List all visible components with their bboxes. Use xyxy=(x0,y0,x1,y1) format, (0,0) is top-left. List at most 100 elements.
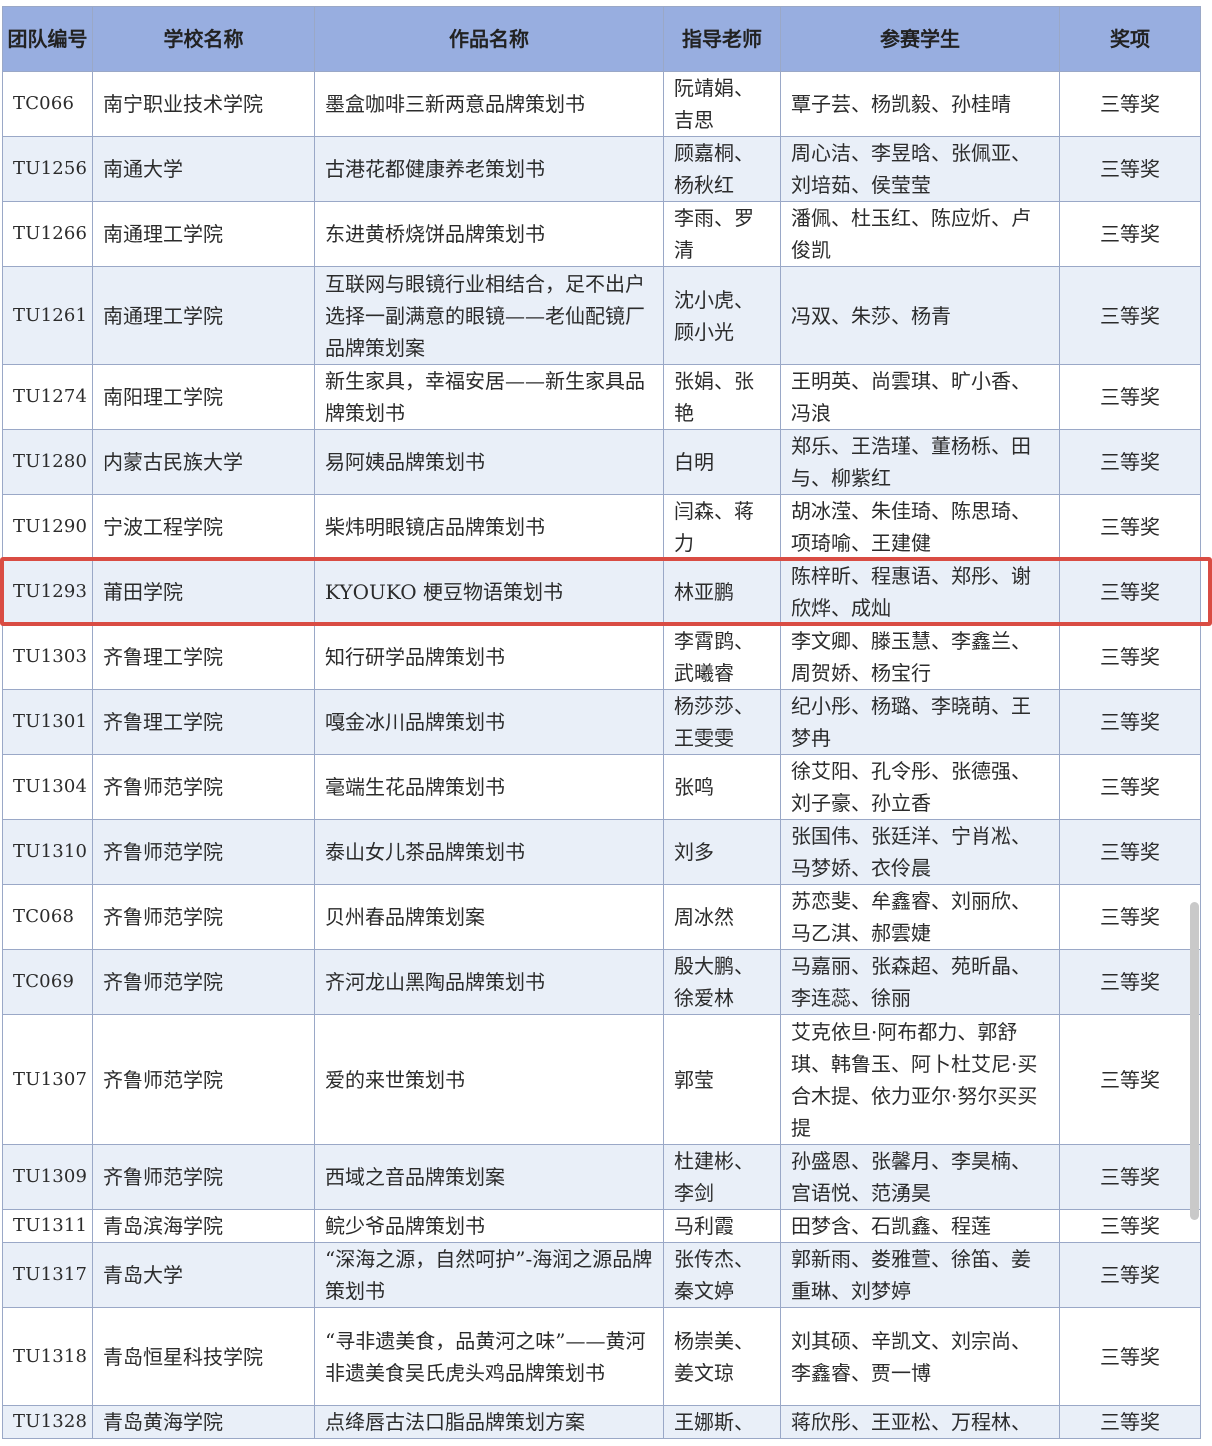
school-cell: 齐鲁师范学院 xyxy=(92,884,315,950)
award-cell: 三等奖 xyxy=(1059,754,1201,820)
school-cell: 莆田学院 xyxy=(92,559,315,625)
work-cell: 易阿姨品牌策划书 xyxy=(314,429,664,495)
work-cell: 鲩少爷品牌策划书 xyxy=(314,1209,664,1243)
students-cell: 徐艾阳、孔令彤、张德强、刘子豪、孙立香 xyxy=(780,754,1060,820)
school-cell: 南通理工学院 xyxy=(92,266,315,365)
header-school: 学校名称 xyxy=(92,6,315,72)
school-cell: 南通理工学院 xyxy=(92,201,315,267)
award-cell: 三等奖 xyxy=(1059,364,1201,430)
table-row: TU1266 南通理工学院 东进黄桥烧饼品牌策划书 李雨、罗清 潘佩、杜玉红、陈应炘、卢… xyxy=(2,201,1201,267)
award-cell: 三等奖 xyxy=(1059,1242,1201,1308)
table-row: TU1301 齐鲁理工学院 嘎金冰川品牌策划书 杨莎莎、王雯雯 纪小彤、杨璐、李晓萌、王… xyxy=(2,689,1201,755)
table-row: TU1303 齐鲁理工学院 知行研学品牌策划书 李霄鹍、武曦睿 李文卿、滕玉慧、李鑫兰、… xyxy=(2,624,1201,690)
school-cell: 内蒙古民族大学 xyxy=(92,429,315,495)
students-cell: 潘佩、杜玉红、陈应炘、卢俊凯 xyxy=(780,201,1060,267)
work-cell: “寻非遗美食，品黄河之味”——黄河非遗美食吴氏虎头鸡品牌策划书 xyxy=(314,1307,664,1406)
work-cell: 知行研学品牌策划书 xyxy=(314,624,664,690)
students-cell: 刘其硕、辛凯文、刘宗尚、李鑫睿、贾一博 xyxy=(780,1307,1060,1406)
award-cell: 三等奖 xyxy=(1059,71,1201,137)
award-cell: 三等奖 xyxy=(1059,624,1201,690)
teacher-cell: 顾嘉桐、杨秋红 xyxy=(663,136,781,202)
header-work: 作品名称 xyxy=(314,6,664,72)
work-cell: 爱的来世策划书 xyxy=(314,1014,664,1145)
award-cell: 三等奖 xyxy=(1059,949,1201,1015)
award-cell: 三等奖 xyxy=(1059,819,1201,885)
award-cell: 三等奖 xyxy=(1059,1209,1201,1243)
school-cell: 齐鲁师范学院 xyxy=(92,1014,315,1145)
students-cell: 胡冰滢、朱佳琦、陈思琦、项琦喻、王建健 xyxy=(780,494,1060,560)
award-cell: 三等奖 xyxy=(1059,136,1201,202)
teacher-cell: 李霄鹍、武曦睿 xyxy=(663,624,781,690)
students-cell: 王明英、尚雲琪、旷小香、冯浪 xyxy=(780,364,1060,430)
work-cell: 点绛唇古法口脂品牌策划方案 xyxy=(314,1405,664,1439)
work-cell: 柴炜明眼镜店品牌策划书 xyxy=(314,494,664,560)
school-cell: 齐鲁师范学院 xyxy=(92,819,315,885)
award-cell: 三等奖 xyxy=(1059,429,1201,495)
team-id-cell: TU1261 xyxy=(2,266,93,365)
work-cell: 泰山女儿茶品牌策划书 xyxy=(314,819,664,885)
award-cell: 三等奖 xyxy=(1059,559,1201,625)
table-row: TU1290 宁波工程学院 柴炜明眼镜店品牌策划书 闫森、蒋力 胡冰滢、朱佳琦、陈思琦、… xyxy=(2,494,1201,560)
work-cell: 东进黄桥烧饼品牌策划书 xyxy=(314,201,664,267)
table-row: TU1280 内蒙古民族大学 易阿姨品牌策划书 白明 郑乐、王浩瑾、董杨栎、田与、柳紫红… xyxy=(2,429,1201,495)
students-cell: 孙盛恩、张馨月、李昊楠、宫语悦、范湧昊 xyxy=(780,1144,1060,1210)
work-cell: 嘎金冰川品牌策划书 xyxy=(314,689,664,755)
school-cell: 齐鲁师范学院 xyxy=(92,754,315,820)
team-id-cell: TU1309 xyxy=(2,1144,93,1210)
award-cell: 三等奖 xyxy=(1059,266,1201,365)
table-row: TU1293 莆田学院 KYOUKO 梗豆物语策划书 林亚鹏 陈梓昕、程惠语、郑彤、谢欣… xyxy=(2,559,1201,625)
table-row: TU1310 齐鲁师范学院 泰山女儿茶品牌策划书 刘多 张国伟、张廷洋、宁肖凇、马梦娇、… xyxy=(2,819,1201,885)
award-cell: 三等奖 xyxy=(1059,884,1201,950)
school-cell: 青岛黄海学院 xyxy=(92,1405,315,1439)
school-cell: 齐鲁师范学院 xyxy=(92,949,315,1015)
students-cell: 周心洁、李昱晗、张佩亚、刘培茹、侯莹莹 xyxy=(780,136,1060,202)
teacher-cell: 李雨、罗清 xyxy=(663,201,781,267)
teacher-cell: 杨崇美、姜文琼 xyxy=(663,1307,781,1406)
teacher-cell: 张娟、张艳 xyxy=(663,364,781,430)
students-cell: 艾克依旦·阿布都力、郭舒琪、韩鲁玉、阿卜杜艾尼·买合木提、依力亚尔·努尔买买提 xyxy=(780,1014,1060,1145)
award-cell: 三等奖 xyxy=(1059,1144,1201,1210)
table-row: TU1256 南通大学 古港花都健康养老策划书 顾嘉桐、杨秋红 周心洁、李昱晗、张佩亚、… xyxy=(2,136,1201,202)
table-row: TU1304 齐鲁师范学院 毫端生花品牌策划书 张鸣 徐艾阳、孔令彤、张德强、刘子豪、孙… xyxy=(2,754,1201,820)
work-cell: 墨盒咖啡三新两意品牌策划书 xyxy=(314,71,664,137)
students-cell: 李文卿、滕玉慧、李鑫兰、周贺娇、杨宝行 xyxy=(780,624,1060,690)
students-cell: 郑乐、王浩瑾、董杨栎、田与、柳紫红 xyxy=(780,429,1060,495)
school-cell: 南宁职业技术学院 xyxy=(92,71,315,137)
teacher-cell: 张鸣 xyxy=(663,754,781,820)
school-cell: 青岛大学 xyxy=(92,1242,315,1308)
teacher-cell: 刘多 xyxy=(663,819,781,885)
work-cell: KYOUKO 梗豆物语策划书 xyxy=(314,559,664,625)
award-cell: 三等奖 xyxy=(1059,1014,1201,1145)
teacher-cell: 沈小虎、顾小光 xyxy=(663,266,781,365)
school-cell: 宁波工程学院 xyxy=(92,494,315,560)
school-cell: 齐鲁师范学院 xyxy=(92,1144,315,1210)
teacher-cell: 郭莹 xyxy=(663,1014,781,1145)
header-teacher: 指导老师 xyxy=(663,6,781,72)
table-row: TU1317 青岛大学 “深海之源，自然呵护”-海润之源品牌策划书 张传杰、秦文婷 郭新… xyxy=(2,1242,1201,1308)
award-cell: 三等奖 xyxy=(1059,1307,1201,1406)
team-id-cell: TU1280 xyxy=(2,429,93,495)
students-cell: 冯双、朱莎、杨青 xyxy=(780,266,1060,365)
work-cell: 互联网与眼镜行业相结合，足不出户选择一副满意的眼镜——老仙配镜厂品牌策划案 xyxy=(314,266,664,365)
team-id-cell: TC068 xyxy=(2,884,93,950)
teacher-cell: 王娜斯、 xyxy=(663,1405,781,1439)
students-cell: 蒋欣彤、王亚松、万程林、 xyxy=(780,1405,1060,1439)
team-id-cell: TU1317 xyxy=(2,1242,93,1308)
teacher-cell: 杨莎莎、王雯雯 xyxy=(663,689,781,755)
school-cell: 齐鲁理工学院 xyxy=(92,624,315,690)
teacher-cell: 马利霞 xyxy=(663,1209,781,1243)
students-cell: 郭新雨、娄雅萱、徐笛、姜重琳、刘梦婷 xyxy=(780,1242,1060,1308)
work-cell: 毫端生花品牌策划书 xyxy=(314,754,664,820)
award-cell: 三等奖 xyxy=(1059,201,1201,267)
team-id-cell: TC069 xyxy=(2,949,93,1015)
team-id-cell: TU1293 xyxy=(2,559,93,625)
teacher-cell: 杜建彬、李剑 xyxy=(663,1144,781,1210)
scrollbar-thumb[interactable] xyxy=(1190,902,1199,1220)
students-cell: 田梦含、石凯鑫、程莲 xyxy=(780,1209,1060,1243)
work-cell: “深海之源，自然呵护”-海润之源品牌策划书 xyxy=(314,1242,664,1308)
teacher-cell: 张传杰、秦文婷 xyxy=(663,1242,781,1308)
work-cell: 新生家具，幸福安居——新生家具品牌策划书 xyxy=(314,364,664,430)
table-row: TU1309 齐鲁师范学院 西域之音品牌策划案 杜建彬、李剑 孙盛恩、张馨月、李昊楠、宫… xyxy=(2,1144,1201,1210)
award-cell: 三等奖 xyxy=(1059,689,1201,755)
students-cell: 张国伟、张廷洋、宁肖凇、马梦娇、衣伶晨 xyxy=(780,819,1060,885)
